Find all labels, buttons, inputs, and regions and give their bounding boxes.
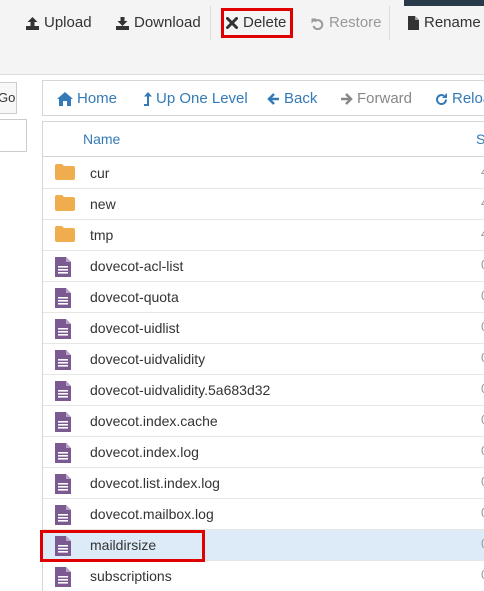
up-one-level-button[interactable]: Up One Level	[143, 89, 248, 109]
table-row[interactable]: dovecot-uidvalidity.5a683d320	[43, 375, 484, 406]
restore-button[interactable]: Restore	[311, 12, 382, 34]
table-row[interactable]: dovecot-quota0	[43, 282, 484, 313]
file-name: dovecot-uidlist	[90, 320, 180, 336]
toolbar-divider	[389, 6, 390, 40]
reload-label: Reload	[452, 90, 484, 107]
file-name: new	[90, 196, 116, 212]
left-tree-panel	[0, 119, 27, 152]
home-icon	[57, 92, 73, 106]
file-name: cur	[90, 165, 110, 181]
name-column-header[interactable]: Name	[83, 131, 120, 147]
table-row[interactable]: dovecot-uidlist0	[43, 313, 484, 344]
download-icon	[116, 16, 129, 30]
file-table: Name S cur4new4tmp4dovecot-acl-list0dove…	[42, 121, 484, 591]
file-icon	[55, 381, 71, 406]
folder-icon	[55, 164, 75, 185]
go-label: Go	[0, 90, 16, 105]
home-button[interactable]: Home	[57, 89, 117, 109]
table-row[interactable]: dovecot-acl-list0	[43, 251, 484, 282]
file-icon	[55, 257, 71, 282]
reload-button[interactable]: Reload	[435, 89, 484, 109]
file-icon	[55, 412, 71, 437]
undo-icon	[311, 18, 324, 30]
arrow-right-icon	[341, 93, 353, 105]
file-name: dovecot.index.log	[90, 444, 199, 460]
file-name: dovecot.mailbox.log	[90, 506, 214, 522]
file-icon	[55, 443, 71, 468]
refresh-icon	[436, 92, 448, 105]
file-name: subscriptions	[90, 568, 172, 584]
rename-label: Rename	[424, 14, 481, 31]
folder-icon	[55, 195, 75, 216]
file-icon	[408, 16, 419, 30]
upload-icon	[26, 16, 39, 30]
table-row[interactable]: dovecot.index.cache0	[43, 406, 484, 437]
file-name: dovecot-uidvalidity.5a683d32	[90, 382, 271, 398]
nav-bar: Home Up One Level Back Forward Reload	[42, 80, 484, 116]
file-icon	[55, 505, 71, 530]
up-one-level-label: Up One Level	[156, 90, 248, 107]
table-row[interactable]: dovecot.mailbox.log0	[43, 499, 484, 530]
rename-button[interactable]: Rename	[408, 12, 481, 34]
table-row[interactable]: new4	[43, 189, 484, 220]
maildirsize-highlight	[40, 530, 205, 562]
level-up-icon	[144, 92, 152, 106]
header-strip	[404, 0, 484, 6]
back-button[interactable]: Back	[267, 89, 317, 109]
table-row[interactable]: cur4	[43, 158, 484, 189]
table-row[interactable]: dovecot.index.log0	[43, 437, 484, 468]
back-label: Back	[284, 90, 318, 107]
size-column-header[interactable]: S	[476, 131, 484, 147]
file-name: dovecot-quota	[90, 289, 179, 305]
arrow-left-icon	[267, 93, 279, 105]
table-header: Name S	[43, 122, 484, 157]
delete-highlight	[221, 8, 293, 38]
file-name: tmp	[90, 227, 114, 243]
file-icon	[55, 474, 71, 499]
file-name: dovecot-uidvalidity	[90, 351, 206, 367]
file-name: dovecot.index.cache	[90, 413, 218, 429]
download-button[interactable]: Download	[116, 12, 201, 34]
forward-button[interactable]: Forward	[340, 89, 412, 109]
upload-label: Upload	[44, 14, 92, 31]
file-name: dovecot.list.index.log	[90, 475, 220, 491]
home-label: Home	[77, 90, 118, 107]
file-name: dovecot-acl-list	[90, 258, 184, 274]
forward-label: Forward	[357, 90, 413, 107]
toolbar-divider	[210, 6, 211, 40]
file-icon	[55, 288, 71, 313]
file-icon	[55, 319, 71, 344]
table-row[interactable]: dovecot.list.index.log0	[43, 468, 484, 499]
table-row[interactable]: subscriptions0	[43, 561, 484, 591]
table-row[interactable]: tmp4	[43, 220, 484, 251]
table-row[interactable]: dovecot-uidvalidity0	[43, 344, 484, 375]
folder-icon	[55, 226, 75, 247]
upload-button[interactable]: Upload	[26, 12, 92, 34]
file-icon	[55, 350, 71, 375]
download-label: Download	[134, 14, 201, 31]
go-button[interactable]: Go	[0, 82, 17, 114]
restore-label: Restore	[329, 14, 382, 31]
file-icon	[55, 567, 71, 591]
